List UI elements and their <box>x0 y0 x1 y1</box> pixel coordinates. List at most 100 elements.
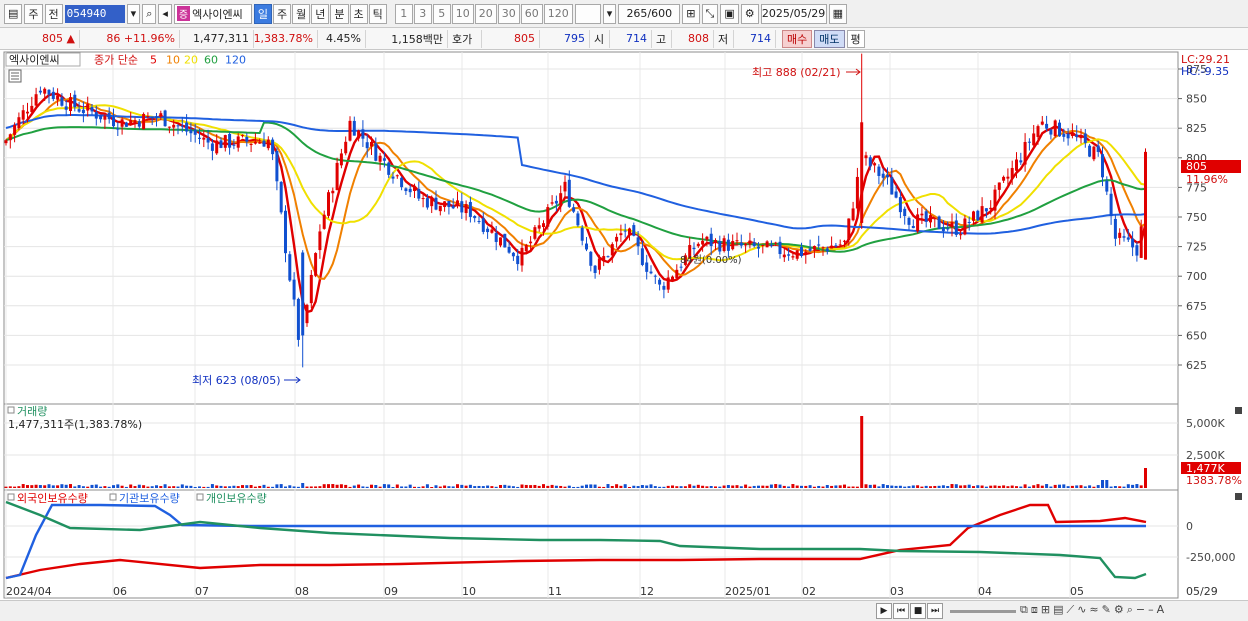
minute-tab-30[interactable]: 30 <box>497 3 520 24</box>
minute-tab-60[interactable]: 60 <box>520 3 543 24</box>
code-dropdown-icon[interactable]: ▾ <box>126 3 141 24</box>
candle-body <box>546 207 550 227</box>
layout-icon[interactable]: ⧉ <box>1020 603 1028 617</box>
buy-button[interactable]: 매수 <box>782 29 813 48</box>
minute-tab-10[interactable]: 10 <box>451 3 474 24</box>
volume-bar <box>322 484 326 488</box>
volume-bar <box>984 486 988 488</box>
copy-icon[interactable]: ⧈ <box>1031 603 1038 617</box>
volume-bar <box>1083 486 1087 488</box>
scroll-right-icon[interactable]: ▶ <box>876 603 892 619</box>
candle-body <box>17 117 21 129</box>
volume-bar <box>718 486 722 488</box>
candle-body <box>417 188 421 199</box>
trend-icon[interactable]: ∿ <box>1077 603 1086 617</box>
candle-body <box>146 116 150 118</box>
mode-select[interactable]: 주 <box>24 3 43 24</box>
volume-pane <box>3 403 1179 491</box>
date-input[interactable]: 2025/05/29 <box>760 3 827 24</box>
resize-icon[interactable]: ⤡ <box>701 3 719 24</box>
period-tab-4[interactable]: 분 <box>330 3 349 24</box>
draw-line-icon[interactable]: ⟋ <box>1066 603 1074 617</box>
chart-type-icon[interactable]: ▤ <box>4 3 23 24</box>
period-tab-6[interactable]: 틱 <box>368 3 387 24</box>
volume-bar <box>524 484 528 488</box>
candle-body <box>705 236 709 240</box>
candle-body <box>481 218 485 232</box>
minus-icon[interactable]: − <box>1136 603 1145 617</box>
volume-bar <box>520 484 524 488</box>
candle-body <box>456 200 459 207</box>
holdings-close-icon[interactable] <box>1235 493 1242 500</box>
custom-period-input[interactable] <box>574 3 601 24</box>
minute-tab-1[interactable]: 1 <box>394 3 413 24</box>
candle-body <box>804 251 808 255</box>
gear-icon[interactable]: ⚙ <box>740 3 759 24</box>
holdings-pane-icon <box>7 493 15 501</box>
calendar-icon[interactable]: ▦ <box>828 3 848 24</box>
volume-bar <box>959 485 963 488</box>
candle-body <box>851 208 855 221</box>
save-icon[interactable]: ▣ <box>720 3 739 24</box>
gear-small-icon[interactable]: ⚙ <box>1114 603 1124 617</box>
volume-bar <box>636 486 640 488</box>
grid-icon[interactable]: ⊞ <box>1041 603 1050 617</box>
volume-bar <box>339 484 343 488</box>
zoom-icon[interactable]: ⊞ <box>682 3 700 24</box>
prev-button[interactable]: 전 <box>44 3 63 24</box>
period-dropdown-icon[interactable]: ▾ <box>602 3 617 24</box>
stop-icon[interactable]: ■ <box>910 603 926 619</box>
sell-button[interactable]: 매도 <box>814 29 845 48</box>
volume-bar <box>610 486 614 488</box>
edit-icon[interactable]: ✎ <box>1102 603 1111 617</box>
stock-code-input[interactable]: 054940 <box>64 4 125 23</box>
stock-chart[interactable]: 875850825800775750725700675650625 2024/0… <box>0 50 1248 600</box>
volume-bar <box>99 486 103 488</box>
period-tab-2[interactable]: 월 <box>292 3 311 24</box>
scroll-first-icon[interactable]: ⏮ <box>893 603 909 619</box>
candle-body <box>305 304 309 324</box>
period-tab-3[interactable]: 년 <box>311 3 330 24</box>
sound-icon[interactable]: ◂ <box>158 3 172 24</box>
magnify-icon[interactable]: ⌕ <box>1127 603 1133 617</box>
candle-body <box>782 254 786 258</box>
period-tab-0[interactable]: 일 <box>253 3 273 24</box>
volume-bar <box>1109 486 1113 488</box>
volume-bar <box>537 485 541 488</box>
volume-bar <box>890 485 894 488</box>
zoom-slider[interactable] <box>950 610 1016 613</box>
period-tab-5[interactable]: 초 <box>349 3 368 24</box>
volume-bar <box>916 485 920 488</box>
price-label: 650 <box>1186 329 1207 342</box>
volume-close-icon[interactable] <box>1235 407 1242 414</box>
candle-body <box>357 130 361 139</box>
candle-body <box>585 243 588 250</box>
candle-body <box>739 242 743 246</box>
candle-body <box>623 230 627 232</box>
candle-body <box>1053 120 1057 137</box>
stock-name-field[interactable]: 증 엑사이엔씨 <box>173 3 252 24</box>
volume-bar <box>529 485 533 488</box>
evaluate-button[interactable]: 평 <box>846 29 865 48</box>
legend-ma120: 120 <box>225 54 246 67</box>
table-icon[interactable]: ▤ <box>1053 603 1063 617</box>
wave-icon[interactable]: ≈ <box>1089 603 1098 617</box>
volume-bar <box>1006 486 1010 488</box>
volume-bar <box>64 484 68 488</box>
search-icon[interactable]: ⌕ <box>142 3 157 24</box>
minute-tab-3[interactable]: 3 <box>413 3 432 24</box>
volume-bar <box>705 486 709 488</box>
minute-tab-120[interactable]: 120 <box>543 3 573 24</box>
volume-bar <box>223 486 227 488</box>
volume-bar <box>628 486 631 488</box>
scroll-last-icon[interactable]: ⏭ <box>927 603 943 619</box>
period-tab-1[interactable]: 주 <box>273 3 292 24</box>
volume-bar <box>438 486 442 488</box>
minute-tab-20[interactable]: 20 <box>474 3 497 24</box>
dash-icon[interactable]: – <box>1148 603 1154 617</box>
volume-bar <box>219 485 223 488</box>
text-icon[interactable]: A <box>1157 603 1165 617</box>
count-field[interactable]: 265/600 <box>618 3 681 24</box>
minute-tab-5[interactable]: 5 <box>432 3 451 24</box>
candle-body <box>43 88 47 94</box>
